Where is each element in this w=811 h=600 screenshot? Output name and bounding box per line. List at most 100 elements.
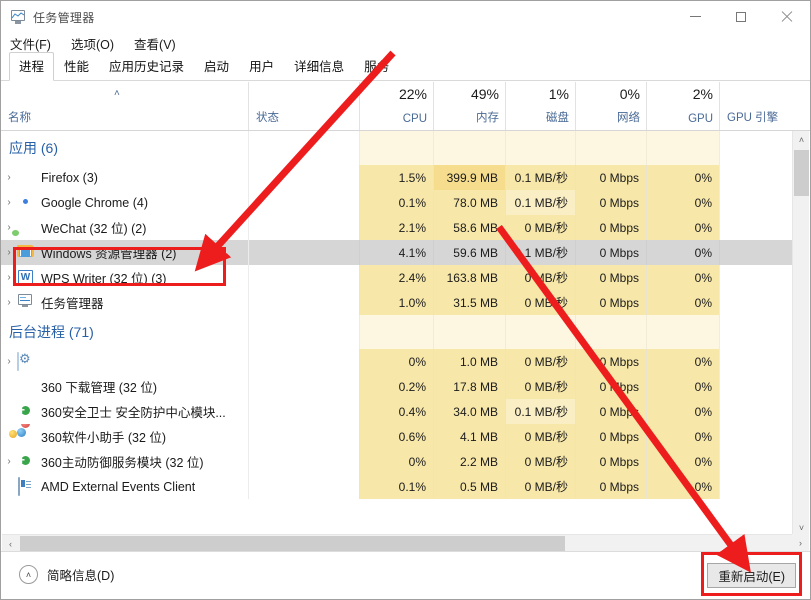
horizontal-scrollbar-thumb[interactable] <box>20 536 565 551</box>
table-row[interactable]: › 任务管理器 1.0% 31.5 MB 0 MB/秒 0 Mbps 0% <box>1 290 796 315</box>
scroll-left-icon[interactable]: ‹ <box>2 535 19 552</box>
group-cpu-cell <box>359 131 433 165</box>
table-row[interactable]: › Firefox (3) 1.5% 399.9 MB 0.1 MB/秒 0 Mbps 0% <box>1 165 796 190</box>
column-header-gpu-engine[interactable]: GPU 引擎 <box>719 82 810 130</box>
expand-chevron-icon[interactable]: › <box>1 297 17 308</box>
window-controls <box>672 1 810 32</box>
tab-users[interactable]: 用户 <box>239 52 284 81</box>
360-download-icon <box>17 378 34 395</box>
process-cpu-cell: 0.2% <box>359 374 433 399</box>
group-disk-cell <box>505 315 575 349</box>
annotation-box-explorer-row <box>13 247 226 286</box>
column-header-memory[interactable]: 49% 内存 <box>433 82 505 130</box>
table-row[interactable]: ›360 下载管理 (32 位) 0.2%17.8 MB0 MB/秒0 Mbps0… <box>1 374 796 399</box>
process-name-cell[interactable]: ›AMD External Events Client <box>1 474 248 499</box>
column-header-name[interactable]: ˄ 名称 <box>1 82 248 130</box>
maximize-button[interactable] <box>718 1 764 32</box>
tab-details[interactable]: 详细信息 <box>284 52 354 81</box>
group-header-row: 应用 (6) <box>1 131 796 165</box>
process-gpu-engine-cell <box>719 190 796 215</box>
process-memory-cell: 163.8 MB <box>433 265 505 290</box>
process-cpu-cell: 4.1% <box>359 240 433 265</box>
process-name-cell[interactable]: › 360主动防御服务模块 (32 位) <box>1 449 248 474</box>
vertical-scrollbar-thumb[interactable] <box>794 150 809 196</box>
column-header-network-label: 网络 <box>617 112 640 124</box>
process-gpu-engine-cell <box>719 165 796 190</box>
process-memory-cell: 2.2 MB <box>433 449 505 474</box>
tab-startup[interactable]: 启动 <box>194 52 239 81</box>
process-disk-cell: 0 MB/秒 <box>505 215 575 240</box>
menu-item-view[interactable]: 查看(V) <box>134 34 176 53</box>
expand-chevron-icon[interactable]: › <box>1 197 17 208</box>
process-name-label: 360主动防御服务模块 (32 位) <box>41 456 204 470</box>
process-name-label: WeChat (32 位) (2) <box>41 222 147 236</box>
process-cpu-cell: 1.5% <box>359 165 433 190</box>
expand-chevron-icon[interactable]: › <box>1 456 17 467</box>
column-header-disk[interactable]: 1% 磁盘 <box>505 82 575 130</box>
process-cpu-cell: 1.0% <box>359 290 433 315</box>
column-header-gpu-label: GPU <box>688 113 713 125</box>
process-gpu-engine-cell <box>719 449 796 474</box>
task-manager-window: 任务管理器 文件(F) 选项(O) 查看(V) 进程 性能 应用历史记录 启动 … <box>0 0 811 600</box>
process-name-label: Google Chrome (4) <box>41 195 148 210</box>
process-gpu-cell: 0% <box>646 449 719 474</box>
expand-chevron-icon[interactable]: › <box>1 172 17 183</box>
minimize-button[interactable] <box>672 1 718 32</box>
process-name-label: 360安全卫士 安全防护中心模块... <box>41 406 226 420</box>
table-row[interactable]: › 360主动防御服务模块 (32 位) 0% 2.2 MB 0 MB/秒 0 Mbps 0… <box>1 449 796 474</box>
process-name-cell[interactable]: › Firefox (3) <box>1 165 248 190</box>
process-network-cell: 0 Mbps <box>575 424 646 449</box>
vertical-scrollbar[interactable]: ˄ ˅ <box>792 131 809 536</box>
table-row[interactable]: ›0%1.0 MB0 MB/秒0 Mbps0% <box>1 349 796 374</box>
process-name-cell[interactable]: › Google Chrome (4) <box>1 190 248 215</box>
column-header-cpu[interactable]: 22% CPU <box>359 82 433 130</box>
menu-item-file[interactable]: 文件(F) <box>10 34 51 53</box>
process-cpu-cell: 2.4% <box>359 265 433 290</box>
process-memory-cell: 4.1 MB <box>433 424 505 449</box>
group-gpu-cell <box>646 315 719 349</box>
process-name-cell[interactable]: ›360安全卫士 安全防护中心模块... <box>1 399 248 424</box>
column-header-gpu[interactable]: 2% GPU <box>646 82 719 130</box>
process-name-cell[interactable]: › 任务管理器 <box>1 290 248 315</box>
tab-app-history[interactable]: 应用历史记录 <box>99 52 194 81</box>
tab-services[interactable]: 服务 <box>354 52 399 81</box>
process-gpu-cell: 0% <box>646 424 719 449</box>
process-network-cell: 0 Mbps <box>575 474 646 499</box>
window-title: 任务管理器 <box>33 10 95 25</box>
chrome-icon <box>17 194 34 211</box>
table-row[interactable]: › Google Chrome (4) 0.1% 78.0 MB 0.1 MB/秒 0 M… <box>1 190 796 215</box>
fewer-details-button[interactable]: ˄ 简略信息(D) <box>19 565 114 584</box>
column-header-network[interactable]: 0% 网络 <box>575 82 646 130</box>
process-name-cell[interactable]: › <box>1 349 248 374</box>
group-memory-cell <box>433 315 505 349</box>
scroll-right-icon[interactable]: › <box>792 534 809 551</box>
expand-chevron-icon[interactable]: › <box>1 356 17 367</box>
scroll-up-icon[interactable]: ˄ <box>793 131 810 148</box>
process-name-cell[interactable]: ›360软件小助手 (32 位) <box>1 424 248 449</box>
process-name-cell[interactable]: ›360 下载管理 (32 位) <box>1 374 248 399</box>
process-memory-cell: 58.6 MB <box>433 215 505 240</box>
tab-performance[interactable]: 性能 <box>54 52 99 81</box>
menu-item-options[interactable]: 选项(O) <box>71 34 114 53</box>
table-row[interactable]: ›360安全卫士 安全防护中心模块...0.4%34.0 MB0.1 MB/秒0… <box>1 399 796 424</box>
process-status-cell <box>248 399 359 424</box>
process-gpu-engine-cell <box>719 265 796 290</box>
column-header-status[interactable]: 状态 <box>248 82 359 130</box>
process-name-cell[interactable]: › WeChat (32 位) (2) <box>1 215 248 240</box>
table-row[interactable]: ›360软件小助手 (32 位) 0.6%4.1 MB0 MB/秒0 Mbps0% <box>1 424 796 449</box>
tab-processes[interactable]: 进程 <box>9 52 55 81</box>
column-header-cpu-percent: 22% <box>398 86 427 102</box>
close-button[interactable] <box>764 1 810 32</box>
table-row[interactable]: › WeChat (32 位) (2) 2.1% 58.6 MB 0 MB/秒 0 Mbp… <box>1 215 796 240</box>
sort-ascending-icon: ˄ <box>114 88 120 99</box>
process-cpu-cell: 2.1% <box>359 215 433 240</box>
process-gpu-cell: 0% <box>646 399 719 424</box>
process-disk-cell: 0.1 MB/秒 <box>505 190 575 215</box>
table-row[interactable]: ›AMD External Events Client0.1%0.5 MB0 M… <box>1 474 796 499</box>
process-disk-cell: 0 MB/秒 <box>505 290 575 315</box>
process-status-cell <box>248 240 359 265</box>
horizontal-scrollbar[interactable]: ‹ <box>2 534 794 551</box>
process-gpu-engine-cell <box>719 240 796 265</box>
process-disk-cell: 0 MB/秒 <box>505 449 575 474</box>
process-disk-cell: 0 MB/秒 <box>505 424 575 449</box>
